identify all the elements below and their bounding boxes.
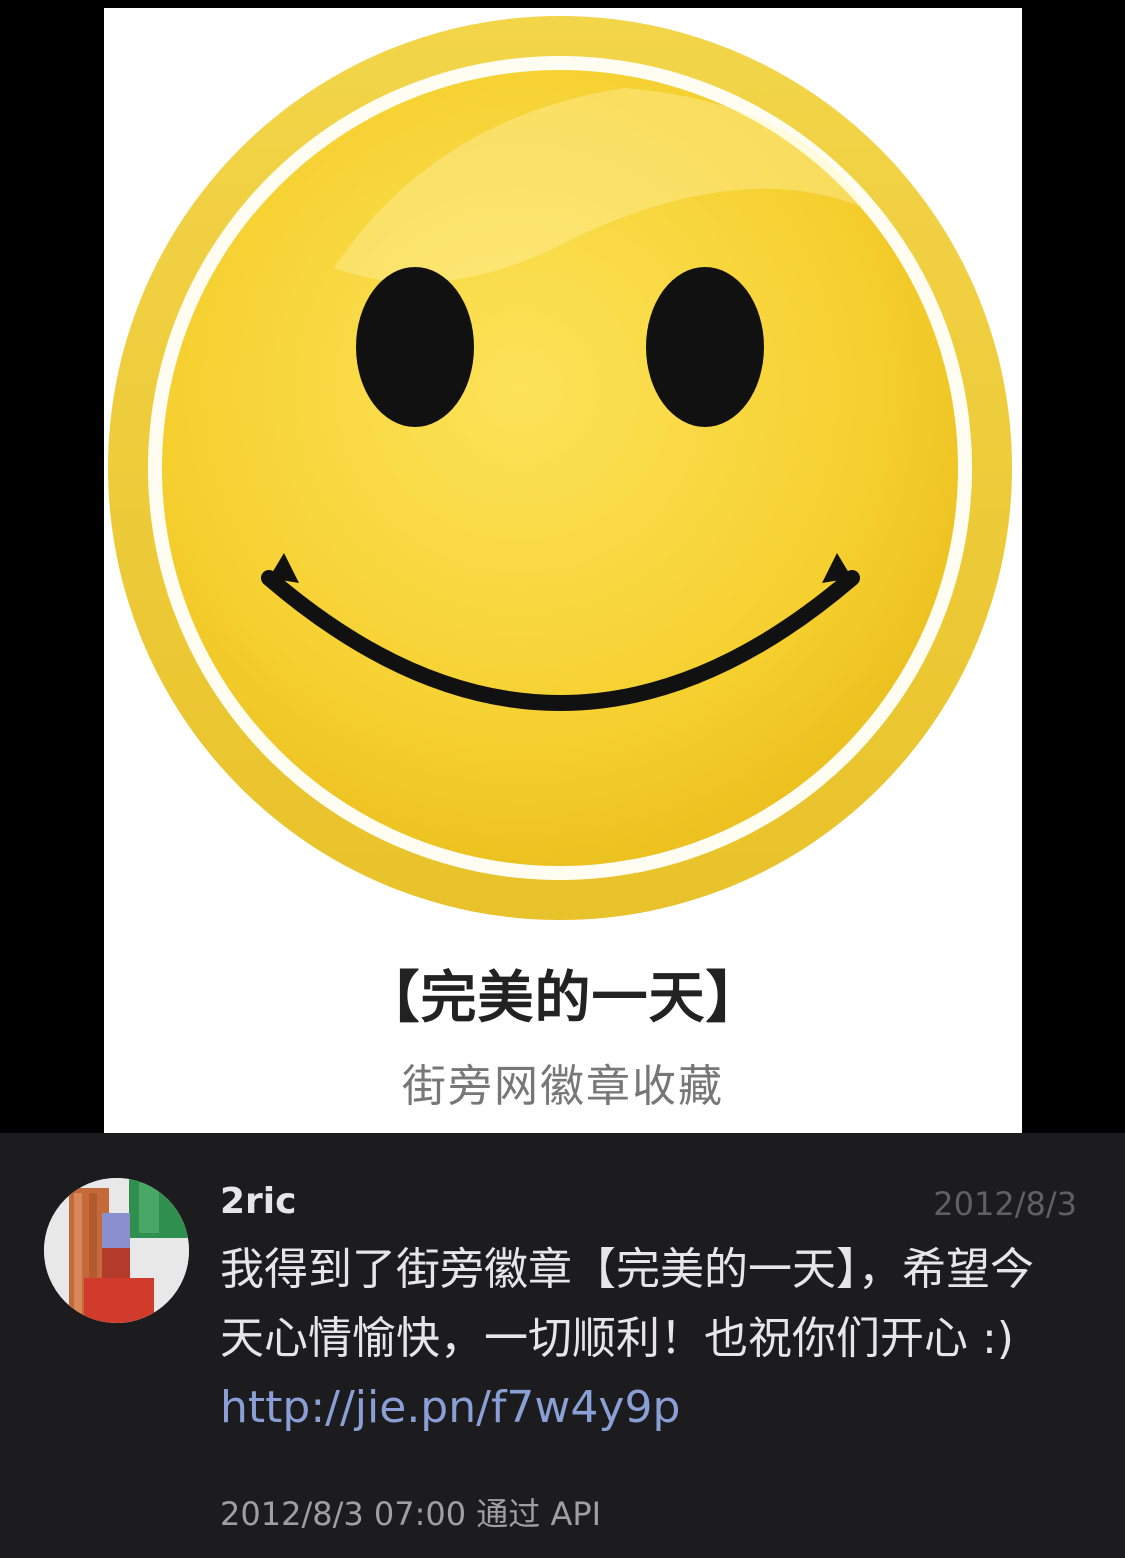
badge-title: 【完美的一天】 (363, 966, 763, 1031)
post-meta: 2012/8/3 07:00 通过 API (220, 1489, 601, 1535)
post-source[interactable]: API (550, 1495, 601, 1533)
post-text: 我得到了街旁徽章【完美的一天】，希望今天心情愉快，一切顺利！也祝你们开心 :) … (220, 1235, 1065, 1442)
avatar[interactable] (44, 1178, 189, 1323)
image-viewer: 【完美的一天】 街旁网徽章收藏 (0, 0, 1125, 1133)
badge-subtitle: 街旁网徽章收藏 (402, 1061, 724, 1112)
post-card: 2ric 2012/8/3 我得到了街旁徽章【完美的一天】，希望今天心情愉快，一… (0, 1133, 1125, 1558)
avatar-photo-icon (44, 1178, 189, 1323)
post-timestamp: 2012/8/3 07:00 (220, 1495, 467, 1533)
post-link[interactable]: http://jie.pn/f7w4y9p (220, 1382, 680, 1433)
badge-image[interactable]: 【完美的一天】 街旁网徽章收藏 (104, 8, 1022, 1133)
post-via-label: 通过 (476, 1495, 541, 1533)
username[interactable]: 2ric (220, 1181, 296, 1222)
post-date: 2012/8/3 (933, 1185, 1077, 1223)
post-body: 我得到了街旁徽章【完美的一天】，希望今天心情愉快，一切顺利！也祝你们开心 :) (220, 1244, 1034, 1364)
